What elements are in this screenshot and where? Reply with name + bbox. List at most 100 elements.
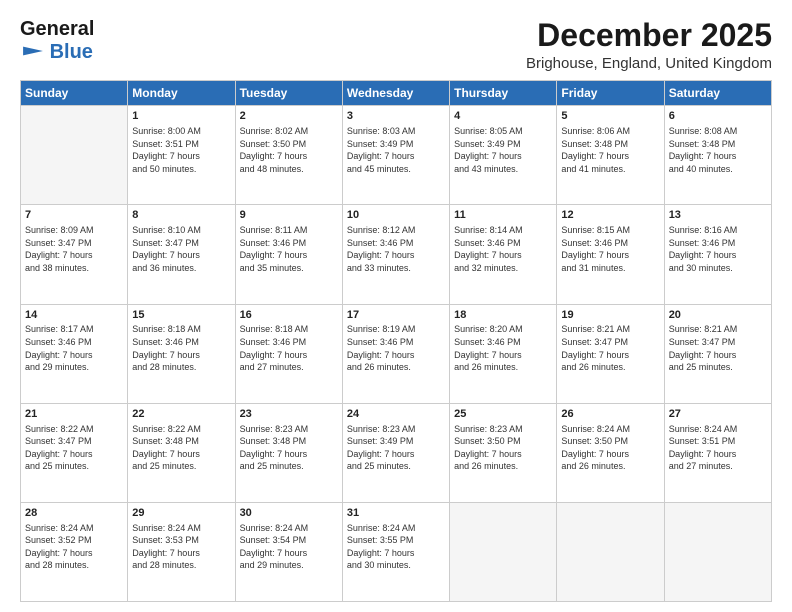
week-row-4: 21Sunrise: 8:22 AMSunset: 3:47 PMDayligh…: [21, 403, 772, 502]
day-number: 10: [347, 208, 445, 223]
day-header-thursday: Thursday: [450, 81, 557, 106]
day-header-saturday: Saturday: [664, 81, 771, 106]
table-row: 10Sunrise: 8:12 AMSunset: 3:46 PMDayligh…: [342, 205, 449, 304]
logo-flag-icon: [22, 44, 44, 58]
cell-info: Sunrise: 8:21 AMSunset: 3:47 PMDaylight:…: [669, 323, 767, 373]
cell-info: Sunrise: 8:05 AMSunset: 3:49 PMDaylight:…: [454, 125, 552, 175]
table-row: 4Sunrise: 8:05 AMSunset: 3:49 PMDaylight…: [450, 106, 557, 205]
table-row: 20Sunrise: 8:21 AMSunset: 3:47 PMDayligh…: [664, 304, 771, 403]
table-row: [450, 502, 557, 601]
table-row: 12Sunrise: 8:15 AMSunset: 3:46 PMDayligh…: [557, 205, 664, 304]
table-row: 9Sunrise: 8:11 AMSunset: 3:46 PMDaylight…: [235, 205, 342, 304]
day-number: 28: [25, 506, 123, 521]
table-row: 19Sunrise: 8:21 AMSunset: 3:47 PMDayligh…: [557, 304, 664, 403]
cell-info: Sunrise: 8:02 AMSunset: 3:50 PMDaylight:…: [240, 125, 338, 175]
day-number: 23: [240, 407, 338, 422]
day-number: 19: [561, 308, 659, 323]
cell-info: Sunrise: 8:24 AMSunset: 3:55 PMDaylight:…: [347, 522, 445, 572]
cell-info: Sunrise: 8:11 AMSunset: 3:46 PMDaylight:…: [240, 224, 338, 274]
table-row: 25Sunrise: 8:23 AMSunset: 3:50 PMDayligh…: [450, 403, 557, 502]
day-number: 8: [132, 208, 230, 223]
day-number: 2: [240, 109, 338, 124]
day-number: 3: [347, 109, 445, 124]
day-header-sunday: Sunday: [21, 81, 128, 106]
day-number: 20: [669, 308, 767, 323]
table-row: 6Sunrise: 8:08 AMSunset: 3:48 PMDaylight…: [664, 106, 771, 205]
cell-info: Sunrise: 8:12 AMSunset: 3:46 PMDaylight:…: [347, 224, 445, 274]
calendar-table: SundayMondayTuesdayWednesdayThursdayFrid…: [20, 80, 772, 602]
day-number: 13: [669, 208, 767, 223]
day-number: 6: [669, 109, 767, 124]
day-number: 1: [132, 109, 230, 124]
cell-info: Sunrise: 8:10 AMSunset: 3:47 PMDaylight:…: [132, 224, 230, 274]
table-row: 16Sunrise: 8:18 AMSunset: 3:46 PMDayligh…: [235, 304, 342, 403]
table-row: 13Sunrise: 8:16 AMSunset: 3:46 PMDayligh…: [664, 205, 771, 304]
day-number: 4: [454, 109, 552, 124]
table-row: 26Sunrise: 8:24 AMSunset: 3:50 PMDayligh…: [557, 403, 664, 502]
day-number: 30: [240, 506, 338, 521]
week-row-3: 14Sunrise: 8:17 AMSunset: 3:46 PMDayligh…: [21, 304, 772, 403]
table-row: 1Sunrise: 8:00 AMSunset: 3:51 PMDaylight…: [128, 106, 235, 205]
cell-info: Sunrise: 8:17 AMSunset: 3:46 PMDaylight:…: [25, 323, 123, 373]
cell-info: Sunrise: 8:23 AMSunset: 3:48 PMDaylight:…: [240, 423, 338, 473]
day-number: 9: [240, 208, 338, 223]
day-header-friday: Friday: [557, 81, 664, 106]
cell-info: Sunrise: 8:24 AMSunset: 3:54 PMDaylight:…: [240, 522, 338, 572]
cell-info: Sunrise: 8:14 AMSunset: 3:46 PMDaylight:…: [454, 224, 552, 274]
table-row: 5Sunrise: 8:06 AMSunset: 3:48 PMDaylight…: [557, 106, 664, 205]
cell-info: Sunrise: 8:19 AMSunset: 3:46 PMDaylight:…: [347, 323, 445, 373]
table-row: 24Sunrise: 8:23 AMSunset: 3:49 PMDayligh…: [342, 403, 449, 502]
day-number: 18: [454, 308, 552, 323]
table-row: 11Sunrise: 8:14 AMSunset: 3:46 PMDayligh…: [450, 205, 557, 304]
table-row: 31Sunrise: 8:24 AMSunset: 3:55 PMDayligh…: [342, 502, 449, 601]
cell-info: Sunrise: 8:16 AMSunset: 3:46 PMDaylight:…: [669, 224, 767, 274]
table-row: [21, 106, 128, 205]
day-number: 16: [240, 308, 338, 323]
cell-info: Sunrise: 8:09 AMSunset: 3:47 PMDaylight:…: [25, 224, 123, 274]
day-number: 17: [347, 308, 445, 323]
day-number: 21: [25, 407, 123, 422]
logo: General Blue: [20, 18, 94, 64]
day-number: 11: [454, 208, 552, 223]
day-number: 24: [347, 407, 445, 422]
cell-info: Sunrise: 8:18 AMSunset: 3:46 PMDaylight:…: [240, 323, 338, 373]
logo-blue: Blue: [50, 41, 93, 63]
day-header-wednesday: Wednesday: [342, 81, 449, 106]
cell-info: Sunrise: 8:24 AMSunset: 3:50 PMDaylight:…: [561, 423, 659, 473]
table-row: [664, 502, 771, 601]
day-number: 12: [561, 208, 659, 223]
day-number: 29: [132, 506, 230, 521]
cell-info: Sunrise: 8:24 AMSunset: 3:51 PMDaylight:…: [669, 423, 767, 473]
day-number: 5: [561, 109, 659, 124]
cell-info: Sunrise: 8:15 AMSunset: 3:46 PMDaylight:…: [561, 224, 659, 274]
cell-info: Sunrise: 8:08 AMSunset: 3:48 PMDaylight:…: [669, 125, 767, 175]
day-number: 31: [347, 506, 445, 521]
cell-info: Sunrise: 8:20 AMSunset: 3:46 PMDaylight:…: [454, 323, 552, 373]
month-title: December 2025: [526, 18, 772, 53]
day-number: 14: [25, 308, 123, 323]
location: Brighouse, England, United Kingdom: [526, 55, 772, 72]
table-row: 28Sunrise: 8:24 AMSunset: 3:52 PMDayligh…: [21, 502, 128, 601]
table-row: 23Sunrise: 8:23 AMSunset: 3:48 PMDayligh…: [235, 403, 342, 502]
cell-info: Sunrise: 8:21 AMSunset: 3:47 PMDaylight:…: [561, 323, 659, 373]
cell-info: Sunrise: 8:00 AMSunset: 3:51 PMDaylight:…: [132, 125, 230, 175]
cell-info: Sunrise: 8:22 AMSunset: 3:48 PMDaylight:…: [132, 423, 230, 473]
table-row: 21Sunrise: 8:22 AMSunset: 3:47 PMDayligh…: [21, 403, 128, 502]
cell-info: Sunrise: 8:24 AMSunset: 3:52 PMDaylight:…: [25, 522, 123, 572]
day-header-tuesday: Tuesday: [235, 81, 342, 106]
table-row: 7Sunrise: 8:09 AMSunset: 3:47 PMDaylight…: [21, 205, 128, 304]
week-row-5: 28Sunrise: 8:24 AMSunset: 3:52 PMDayligh…: [21, 502, 772, 601]
cell-info: Sunrise: 8:18 AMSunset: 3:46 PMDaylight:…: [132, 323, 230, 373]
day-number: 27: [669, 407, 767, 422]
logo-general: General: [20, 18, 94, 40]
table-row: 29Sunrise: 8:24 AMSunset: 3:53 PMDayligh…: [128, 502, 235, 601]
table-row: 22Sunrise: 8:22 AMSunset: 3:48 PMDayligh…: [128, 403, 235, 502]
table-row: 17Sunrise: 8:19 AMSunset: 3:46 PMDayligh…: [342, 304, 449, 403]
day-number: 26: [561, 407, 659, 422]
cell-info: Sunrise: 8:22 AMSunset: 3:47 PMDaylight:…: [25, 423, 123, 473]
day-number: 25: [454, 407, 552, 422]
day-header-monday: Monday: [128, 81, 235, 106]
table-row: 27Sunrise: 8:24 AMSunset: 3:51 PMDayligh…: [664, 403, 771, 502]
cell-info: Sunrise: 8:24 AMSunset: 3:53 PMDaylight:…: [132, 522, 230, 572]
calendar-page: General Blue December 2025 Brighouse, En…: [0, 0, 792, 612]
